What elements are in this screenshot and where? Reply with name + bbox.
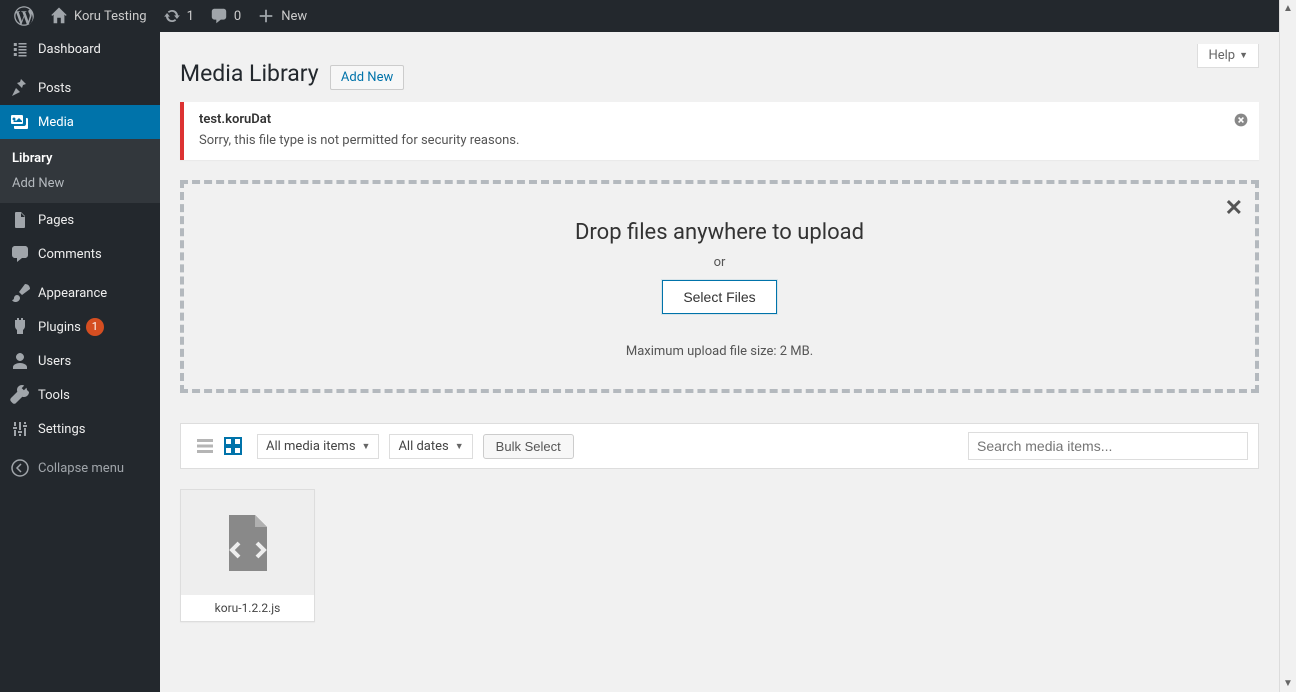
sidebar-label: Dashboard <box>38 42 101 57</box>
sidebar-item-posts[interactable]: Posts <box>0 71 160 105</box>
sidebar-subitem-library[interactable]: Library <box>0 146 160 171</box>
attachment-thumbnail <box>181 490 314 595</box>
pushpin-icon <box>10 78 30 98</box>
comments-link[interactable]: 0 <box>202 0 249 32</box>
site-name-link[interactable]: Koru Testing <box>42 0 155 32</box>
collapse-label: Collapse menu <box>38 461 124 476</box>
sidebar-label: Media <box>38 115 74 130</box>
code-file-icon <box>223 513 273 573</box>
select-files-button[interactable]: Select Files <box>662 280 776 314</box>
dashboard-icon <box>10 39 30 59</box>
uploader-dropzone[interactable]: ✕ Drop files anywhere to upload or Selec… <box>180 180 1259 393</box>
sidebar-label: Tools <box>38 388 70 403</box>
view-list-button[interactable] <box>191 432 219 460</box>
wrench-icon <box>10 385 30 405</box>
max-upload-text: Maximum upload file size: 2 MB. <box>194 344 1245 359</box>
chevron-down-icon: ▼ <box>362 441 371 452</box>
sidebar-label: Posts <box>38 81 71 96</box>
sidebar-item-plugins[interactable]: Plugins 1 <box>0 310 160 344</box>
sidebar-label: Pages <box>38 213 74 228</box>
help-tab[interactable]: Help▼ <box>1197 44 1259 68</box>
or-text: or <box>194 255 1245 270</box>
sidebar-item-settings[interactable]: Settings <box>0 412 160 446</box>
dismiss-notice-button[interactable] <box>1229 108 1253 132</box>
comments-icon <box>10 244 30 264</box>
comments-count: 0 <box>234 9 241 24</box>
comment-icon <box>210 7 228 25</box>
search-input[interactable] <box>968 432 1248 460</box>
sidebar-label: Settings <box>38 422 85 437</box>
plugin-icon <box>10 317 30 337</box>
page-title: Media Library <box>180 60 319 87</box>
drop-instructions: Drop files anywhere to upload <box>194 220 1245 245</box>
sidebar-item-tools[interactable]: Tools <box>0 378 160 412</box>
sidebar-item-media[interactable]: Media <box>0 105 160 139</box>
media-toolbar: All media items▼ All dates▼ Bulk Select <box>180 423 1259 469</box>
sidebar-item-comments[interactable]: Comments <box>0 237 160 271</box>
collapse-menu-button[interactable]: Collapse menu <box>0 451 160 485</box>
error-message: Sorry, this file type is not permitted f… <box>199 133 1219 148</box>
brush-icon <box>10 283 30 303</box>
admin-sidebar: Dashboard Posts Media Library Add New Pa… <box>0 32 160 692</box>
media-submenu: Library Add New <box>0 139 160 203</box>
admin-bar: Koru Testing 1 0 New <box>0 0 1279 32</box>
updates-link[interactable]: 1 <box>155 0 202 32</box>
sidebar-label: Appearance <box>38 286 107 301</box>
view-grid-button[interactable] <box>219 432 247 460</box>
updates-count: 1 <box>187 9 194 24</box>
user-icon <box>10 351 30 371</box>
error-filename: test.koruDat <box>199 112 1219 127</box>
collapse-icon <box>10 458 30 478</box>
sidebar-item-appearance[interactable]: Appearance <box>0 276 160 310</box>
close-uploader-button[interactable]: ✕ <box>1225 196 1243 221</box>
sidebar-label: Users <box>38 354 71 369</box>
add-new-button[interactable]: Add New <box>330 65 404 90</box>
dismiss-icon <box>1233 112 1249 128</box>
main-content: Help▼ Media Library Add New test.koruDat… <box>160 32 1279 692</box>
upload-error-notice: test.koruDat Sorry, this file type is no… <box>180 102 1259 160</box>
date-filter[interactable]: All dates▼ <box>389 434 472 459</box>
sidebar-subitem-addnew[interactable]: Add New <box>0 171 160 196</box>
new-label: New <box>281 9 307 24</box>
media-type-filter[interactable]: All media items▼ <box>257 434 379 459</box>
site-name: Koru Testing <box>74 9 147 24</box>
plus-icon <box>257 7 275 25</box>
attachments-grid: koru-1.2.2.js <box>180 469 1259 642</box>
wordpress-icon <box>14 6 34 26</box>
attachment-filename: koru-1.2.2.js <box>181 595 314 621</box>
home-icon <box>50 7 68 25</box>
chevron-down-icon: ▼ <box>455 441 464 452</box>
sidebar-item-dashboard[interactable]: Dashboard <box>0 32 160 66</box>
attachment-item[interactable]: koru-1.2.2.js <box>180 489 315 622</box>
sidebar-item-users[interactable]: Users <box>0 344 160 378</box>
sidebar-label: Plugins <box>38 320 81 335</box>
update-icon <box>163 7 181 25</box>
window-scrollbar[interactable]: ▲▼ <box>1279 0 1296 692</box>
list-view-icon <box>195 436 215 456</box>
sliders-icon <box>10 419 30 439</box>
plugins-update-badge: 1 <box>86 318 104 336</box>
new-content-link[interactable]: New <box>249 0 315 32</box>
sidebar-item-pages[interactable]: Pages <box>0 203 160 237</box>
page-icon <box>10 210 30 230</box>
grid-view-icon <box>223 436 243 456</box>
wp-logo[interactable] <box>6 0 42 32</box>
bulk-select-button[interactable]: Bulk Select <box>483 434 574 459</box>
sidebar-label: Comments <box>38 247 102 262</box>
chevron-down-icon: ▼ <box>1239 50 1248 61</box>
media-icon <box>10 112 30 132</box>
